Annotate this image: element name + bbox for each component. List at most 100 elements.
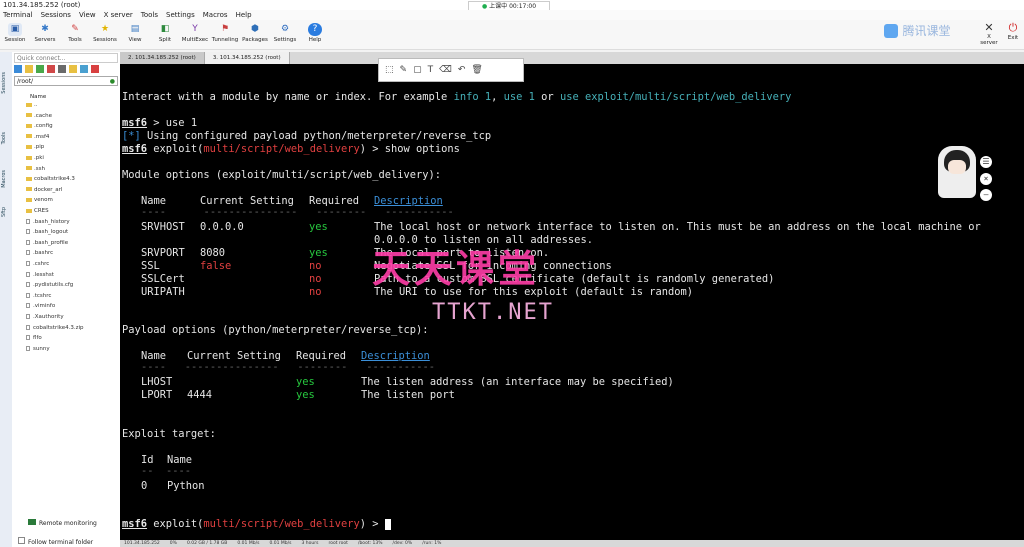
pay-cell-desc: The listen address (an interface may be … xyxy=(361,376,674,388)
file-list-item[interactable]: flfo xyxy=(26,335,42,342)
file-list-item[interactable]: .pki xyxy=(26,155,44,162)
file-icon xyxy=(26,345,30,351)
pen-icon[interactable]: ✎ xyxy=(400,65,408,75)
tab-session-2[interactable]: 2. 101.34.185.252 (root) xyxy=(120,52,205,64)
gear-icon: ⚙ xyxy=(280,24,290,34)
upload-icon[interactable] xyxy=(58,65,66,73)
file-list-item[interactable]: cobaltstrike4.3 xyxy=(26,176,75,183)
file-list-item[interactable]: sunny xyxy=(26,345,50,353)
mod-cell-required: no xyxy=(309,260,322,272)
session-tabs: 2. 101.34.185.252 (root) 3. 101.34.185.2… xyxy=(120,52,1024,64)
x-server-button[interactable]: ✕ X server xyxy=(978,21,1000,46)
settings-button[interactable]: ⚙ Settings xyxy=(272,20,298,49)
file-list-item[interactable]: .lesshst xyxy=(26,271,54,279)
home-icon[interactable] xyxy=(14,65,22,73)
menu-view[interactable]: View xyxy=(79,10,96,20)
menu-x-server[interactable]: X server xyxy=(104,10,133,20)
menu-help[interactable]: Help xyxy=(236,10,252,20)
servers-button[interactable]: ✱ Servers xyxy=(32,20,58,49)
select-icon[interactable]: ⬚ xyxy=(385,65,394,75)
menu-terminal[interactable]: Terminal xyxy=(3,10,33,20)
file-list-item[interactable]: .. xyxy=(26,102,38,109)
file-list-item[interactable]: venom xyxy=(26,197,53,204)
side-tab-sessions[interactable]: Sessions xyxy=(1,72,11,94)
file-icon xyxy=(26,335,30,341)
folder-icon xyxy=(26,166,32,171)
delete-icon[interactable] xyxy=(91,65,99,73)
avatar-menu-icon[interactable]: ☰ xyxy=(980,156,992,168)
tab-session-3[interactable]: 3. 101.34.185.252 (root) xyxy=(204,52,290,64)
terminal[interactable]: Interact with a module by name or index.… xyxy=(120,64,1024,540)
file-list-item[interactable]: .cshrc xyxy=(26,261,49,268)
mod-cell-desc: The local host or network interface to l… xyxy=(374,221,981,233)
sftp-sidebar: Quick connect... /root/ ● Name .. .cache.… xyxy=(12,52,121,547)
file-list-item[interactable]: CRES xyxy=(26,208,49,215)
view-button[interactable]: ▤ View xyxy=(122,20,148,49)
file-list-item[interactable]: .tcshrc xyxy=(26,292,51,300)
undo-icon[interactable]: ↶ xyxy=(458,65,466,75)
avatar-minimize-icon[interactable]: – xyxy=(980,189,992,201)
tunneling-button[interactable]: ⚑ Tunneling xyxy=(212,20,238,49)
exploit-target-title: Exploit target: xyxy=(122,428,216,440)
new-folder-icon[interactable] xyxy=(69,65,77,73)
rectangle-icon[interactable]: ▢ xyxy=(413,65,422,75)
packages-button[interactable]: ⬢ Packages xyxy=(242,20,268,49)
refresh-icon[interactable] xyxy=(36,65,44,73)
exit-button[interactable]: ⏻ Exit xyxy=(1003,21,1023,41)
status-down: 0.01 Mb/s xyxy=(269,541,292,546)
remote-monitoring-toggle[interactable]: Remote monitoring xyxy=(28,519,97,527)
file-list-item[interactable]: .config xyxy=(26,123,53,130)
side-tab-macros[interactable]: Macros xyxy=(1,170,11,188)
download-icon[interactable] xyxy=(47,65,55,73)
status-host: 101.34.185.252 xyxy=(124,541,160,546)
folder-up-icon[interactable] xyxy=(25,65,33,73)
menu-macros[interactable]: Macros xyxy=(203,10,228,20)
file-list-item[interactable]: .bash_logout xyxy=(26,229,68,236)
menu-sessions[interactable]: Sessions xyxy=(41,10,71,20)
file-list-item[interactable]: .cache xyxy=(26,113,52,120)
file-list-item[interactable]: .ssh xyxy=(26,166,45,173)
multiexec-button[interactable]: Y MultiExec xyxy=(182,20,208,49)
intro-line: Interact with a module by name or index.… xyxy=(122,91,792,103)
mod-cell-required: no xyxy=(309,286,322,298)
status-up: 0.01 Mb/s xyxy=(237,541,260,546)
file-list-item[interactable]: docker_arl xyxy=(26,187,62,194)
folder-icon xyxy=(26,144,32,149)
text-icon[interactable]: T xyxy=(428,65,434,75)
target-dashes: -- ---- xyxy=(141,465,192,477)
file-list-item[interactable]: .Xauthority xyxy=(26,314,64,321)
path-input[interactable]: /root/ ● xyxy=(14,76,118,86)
file-list-item[interactable]: .bashrc xyxy=(26,250,53,257)
file-list-item[interactable]: .pydistutils.cfg xyxy=(26,282,73,289)
watermark-cn: 天天课堂 xyxy=(372,247,541,291)
side-tab-tools[interactable]: Tools xyxy=(1,132,11,144)
session-button[interactable]: ▣ Session xyxy=(2,20,28,49)
split-button[interactable]: ◧ Split xyxy=(152,20,178,49)
side-tab-sftp[interactable]: Sftp xyxy=(1,207,11,217)
sessions-button[interactable]: ★ Sessions xyxy=(92,20,118,49)
file-icon xyxy=(26,271,30,277)
brand-logo: 腾讯课堂 xyxy=(884,22,950,39)
file-list-item[interactable]: .viminfo xyxy=(26,303,55,310)
follow-folder-checkbox[interactable]: Follow terminal folder xyxy=(18,537,93,546)
mod-cell-setting: false xyxy=(200,260,232,272)
help-button[interactable]: ? Help xyxy=(302,20,328,49)
file-list-item[interactable]: .bash_history xyxy=(26,218,70,226)
file-list-item[interactable]: cobaltstrike4.3.zip xyxy=(26,324,84,332)
avatar-close-icon[interactable]: × xyxy=(980,173,992,185)
eraser-icon[interactable]: ⌫ xyxy=(439,65,452,75)
quick-connect-input[interactable]: Quick connect... xyxy=(14,53,118,63)
new-file-icon[interactable] xyxy=(80,65,88,73)
status-bar: 101.34.185.252 0% 0.02 GB / 1.78 GB 0.01… xyxy=(120,540,1024,547)
window-title: 101.34.185.252 (root) xyxy=(3,1,81,9)
tools-button[interactable]: ✎ Tools xyxy=(62,20,88,49)
menu-settings[interactable]: Settings xyxy=(166,10,195,20)
status-uptime: 3 hours xyxy=(301,541,319,546)
file-list-item[interactable]: .bash_profile xyxy=(26,239,68,247)
trash-icon[interactable]: 🗑 xyxy=(471,65,482,75)
file-list-item[interactable]: .msf4 xyxy=(26,134,49,141)
file-list-item[interactable]: .pip xyxy=(26,144,44,151)
go-icon[interactable]: ● xyxy=(110,77,115,86)
current-prompt-line[interactable]: msf6 exploit(multi/script/web_delivery) … xyxy=(122,518,391,531)
menu-tools[interactable]: Tools xyxy=(141,10,158,20)
